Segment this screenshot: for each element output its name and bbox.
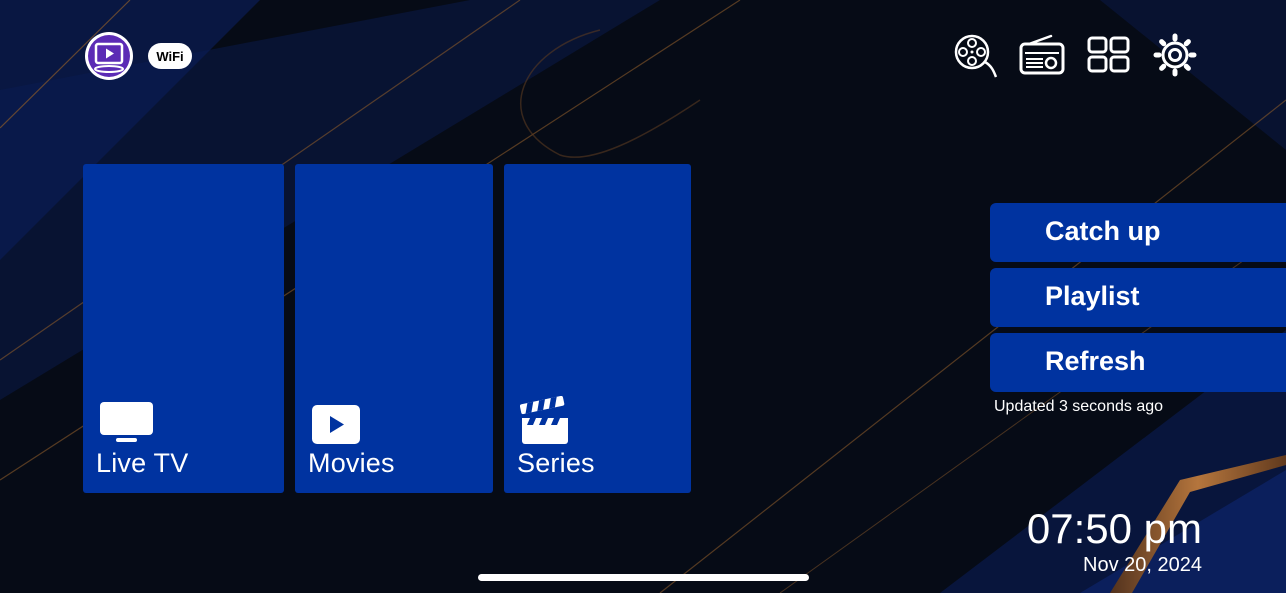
last-updated-text: Updated 3 seconds ago — [994, 398, 1164, 415]
refresh-button[interactable]: Refresh — [990, 333, 1286, 392]
tv-icon — [100, 402, 153, 442]
live-tv-label: Live TV — [96, 448, 189, 478]
film-reel-icon — [954, 34, 998, 78]
movies-tile[interactable]: Movies — [295, 164, 493, 493]
refresh-label: Refresh — [1045, 346, 1146, 376]
catch-up-label: Catch up — [1045, 216, 1161, 246]
movies-label: Movies — [308, 448, 395, 478]
live-tv-tile[interactable]: Live TV — [83, 164, 284, 493]
grid-view-button[interactable] — [1086, 32, 1132, 78]
radio-icon — [1019, 34, 1065, 75]
playlist-label: Playlist — [1045, 281, 1140, 311]
series-tile[interactable]: Series — [504, 164, 691, 493]
grid-icon — [1087, 36, 1130, 73]
gear-icon — [1153, 33, 1197, 77]
wifi-label: WiFi — [156, 49, 183, 64]
home-indicator[interactable] — [478, 574, 809, 581]
clock-time: 07:50 pm — [1026, 505, 1202, 552]
radio-button[interactable] — [1019, 32, 1065, 78]
film-reel-button[interactable] — [952, 32, 998, 78]
play-icon — [312, 405, 360, 444]
tv-play-logo-icon — [85, 32, 133, 80]
settings-button[interactable] — [1152, 32, 1198, 78]
clapperboard-icon — [520, 396, 568, 444]
wifi-status: WiFi — [148, 43, 192, 69]
app-logo — [84, 31, 134, 81]
playlist-button[interactable]: Playlist — [990, 268, 1286, 327]
series-label: Series — [517, 448, 595, 478]
wifi-icon: WiFi — [148, 43, 192, 69]
clock-date: Nov 20, 2024 — [1083, 554, 1202, 576]
catch-up-button[interactable]: Catch up — [990, 203, 1286, 262]
